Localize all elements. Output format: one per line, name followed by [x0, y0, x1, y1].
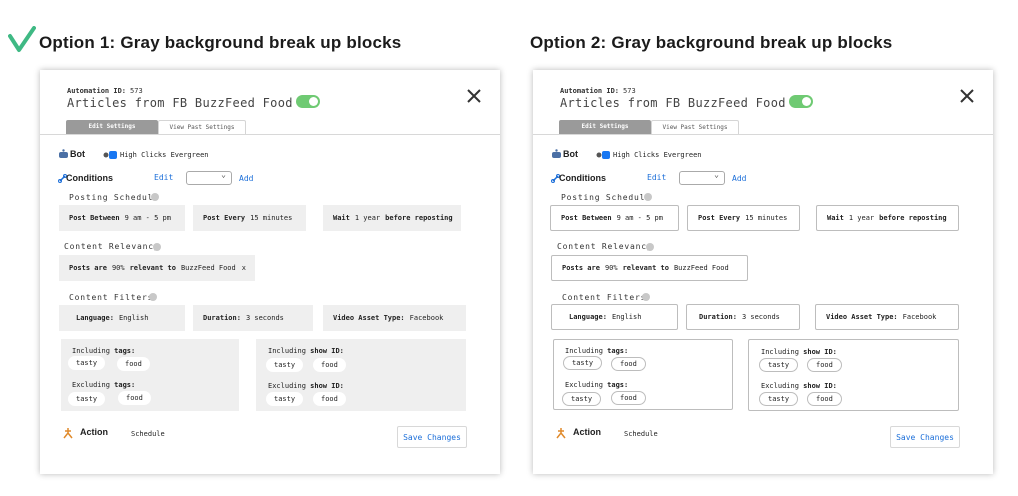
- bot-value: High Clicks Evergreen: [613, 151, 702, 159]
- automation-id: Automation ID: 573: [560, 87, 636, 95]
- duration-block[interactable]: Duration: 3 seconds: [686, 304, 800, 330]
- relevancy-block[interactable]: Posts are 90% relevant to BuzzFeed Food: [551, 255, 748, 281]
- info-dot-icon: [151, 193, 159, 201]
- action-label: Action: [80, 427, 108, 437]
- option-2-title: Option 2: Gray background break up block…: [530, 33, 893, 52]
- info-dot-icon: [644, 193, 652, 201]
- active-toggle[interactable]: [296, 95, 320, 108]
- video-asset-block[interactable]: Video Asset Type: Facebook: [323, 305, 466, 331]
- excluding-show-id-label: Excluding show ID:: [268, 382, 344, 390]
- content-filters-label: Content Filters: [562, 293, 647, 302]
- active-toggle[interactable]: [789, 95, 813, 108]
- tag-chip[interactable]: tasty: [563, 356, 603, 370]
- wait-block[interactable]: Wait 1 year before reposting: [323, 205, 461, 231]
- add-condition-link[interactable]: Add: [732, 174, 746, 183]
- bot-label: Bot: [70, 149, 85, 159]
- show-id-chip[interactable]: food: [313, 392, 346, 406]
- tags-panel: Including tags: tasty food Excluding tag…: [61, 339, 239, 411]
- tab-view-past-settings[interactable]: View Past Settings: [651, 120, 739, 134]
- excluding-show-id-label: Excluding show ID:: [761, 382, 837, 390]
- edit-conditions-link[interactable]: Edit: [154, 173, 173, 182]
- show-id-panel: Including show ID: tasty food Excluding …: [748, 339, 959, 411]
- post-between-block[interactable]: Post Between 9 am - 5 pm: [550, 205, 679, 231]
- checkmark-icon: [8, 26, 36, 52]
- posting-schedule-label: Posting Schedule: [561, 193, 651, 202]
- info-dot-icon: [642, 293, 650, 301]
- action-value: Schedule: [131, 430, 165, 438]
- remove-relevancy-icon[interactable]: x: [242, 264, 246, 272]
- tab-view-past-settings[interactable]: View Past Settings: [158, 120, 246, 134]
- video-asset-block[interactable]: Video Asset Type: Facebook: [815, 304, 959, 330]
- language-block[interactable]: Language: English: [59, 305, 185, 331]
- automation-title: Articles from FB BuzzFeed Food: [67, 96, 293, 110]
- post-every-block[interactable]: Post Every 15 minutes: [687, 205, 800, 231]
- conditions-select[interactable]: [186, 170, 232, 185]
- excluding-tags-label: Excluding tags:: [565, 381, 629, 389]
- bot-value: High Clicks Evergreen: [120, 151, 209, 159]
- posting-schedule-label: Posting Schedule: [69, 193, 159, 202]
- automation-card-option-2: Automation ID: 573 Articles from FB BuzzF…: [533, 70, 993, 474]
- action-value: Schedule: [624, 430, 658, 438]
- including-show-id-label: Including show ID:: [761, 348, 837, 356]
- automation-id: Automation ID: 573: [67, 87, 143, 95]
- conditions-select[interactable]: [679, 170, 725, 185]
- show-id-chip[interactable]: food: [807, 358, 842, 372]
- post-every-block[interactable]: Post Every 15 minutes: [193, 205, 306, 231]
- show-id-chip[interactable]: food: [807, 392, 842, 406]
- conditions-label: Conditions: [66, 173, 113, 183]
- language-block[interactable]: Language: English: [551, 304, 678, 330]
- tag-chip[interactable]: tasty: [562, 392, 602, 406]
- content-filters-label: Content Filters: [69, 293, 154, 302]
- show-id-chip[interactable]: tasty: [759, 392, 799, 406]
- info-dot-icon: [153, 243, 161, 251]
- tag-chip[interactable]: tasty: [68, 356, 106, 370]
- tag-chip[interactable]: tasty: [68, 392, 106, 406]
- automation-title: Articles from FB BuzzFeed Food: [560, 96, 786, 110]
- bot-label: Bot: [563, 149, 578, 159]
- tag-chip[interactable]: food: [611, 391, 646, 405]
- relevancy-block[interactable]: Posts are 90% relevant to BuzzFeed Food x: [59, 255, 255, 281]
- tabs-divider: [533, 134, 993, 135]
- save-changes-button[interactable]: Save Changes: [890, 426, 960, 448]
- excluding-tags-label: Excluding tags:: [72, 381, 136, 389]
- tag-chip[interactable]: food: [611, 357, 646, 371]
- add-condition-link[interactable]: Add: [239, 174, 253, 183]
- action-icon: [63, 428, 73, 439]
- including-tags-label: Including tags:: [565, 347, 629, 355]
- facebook-icon: [103, 151, 117, 159]
- post-between-block[interactable]: Post Between 9 am - 5 pm: [59, 205, 185, 231]
- show-id-chip[interactable]: tasty: [759, 358, 799, 372]
- show-id-chip[interactable]: tasty: [266, 392, 304, 406]
- tags-panel: Including tags: tasty food Excluding tag…: [553, 339, 733, 410]
- including-tags-label: Including tags:: [72, 347, 136, 355]
- wait-block[interactable]: Wait 1 year before reposting: [816, 205, 959, 231]
- close-icon[interactable]: [466, 88, 482, 104]
- tag-chip[interactable]: food: [117, 357, 150, 371]
- option-1-title: Option 1: Gray background break up block…: [39, 33, 402, 52]
- edit-conditions-link[interactable]: Edit: [647, 173, 666, 182]
- show-id-chip[interactable]: food: [313, 358, 346, 372]
- content-relevancy-label: Content Relevancy: [557, 242, 653, 251]
- tab-edit-settings[interactable]: Edit Settings: [66, 120, 158, 134]
- info-dot-icon: [149, 293, 157, 301]
- save-changes-button[interactable]: Save Changes: [397, 426, 467, 448]
- show-id-chip[interactable]: tasty: [266, 358, 304, 372]
- facebook-icon: [596, 151, 610, 159]
- info-dot-icon: [646, 243, 654, 251]
- robot-icon: [552, 149, 561, 158]
- tabs-divider: [40, 134, 500, 135]
- action-label: Action: [573, 427, 601, 437]
- duration-block[interactable]: Duration: 3 seconds: [193, 305, 313, 331]
- tab-edit-settings[interactable]: Edit Settings: [559, 120, 651, 134]
- show-id-panel: Including show ID: tasty food Excluding …: [256, 339, 466, 411]
- tag-chip[interactable]: food: [118, 391, 151, 405]
- including-show-id-label: Including show ID:: [268, 347, 344, 355]
- content-relevancy-label: Content Relevancy: [64, 242, 160, 251]
- robot-icon: [59, 149, 68, 158]
- action-icon: [556, 428, 566, 439]
- conditions-label: Conditions: [559, 173, 606, 183]
- close-icon[interactable]: [959, 88, 975, 104]
- automation-card-option-1: Automation ID: 573 Articles from FB BuzzF…: [40, 70, 500, 474]
